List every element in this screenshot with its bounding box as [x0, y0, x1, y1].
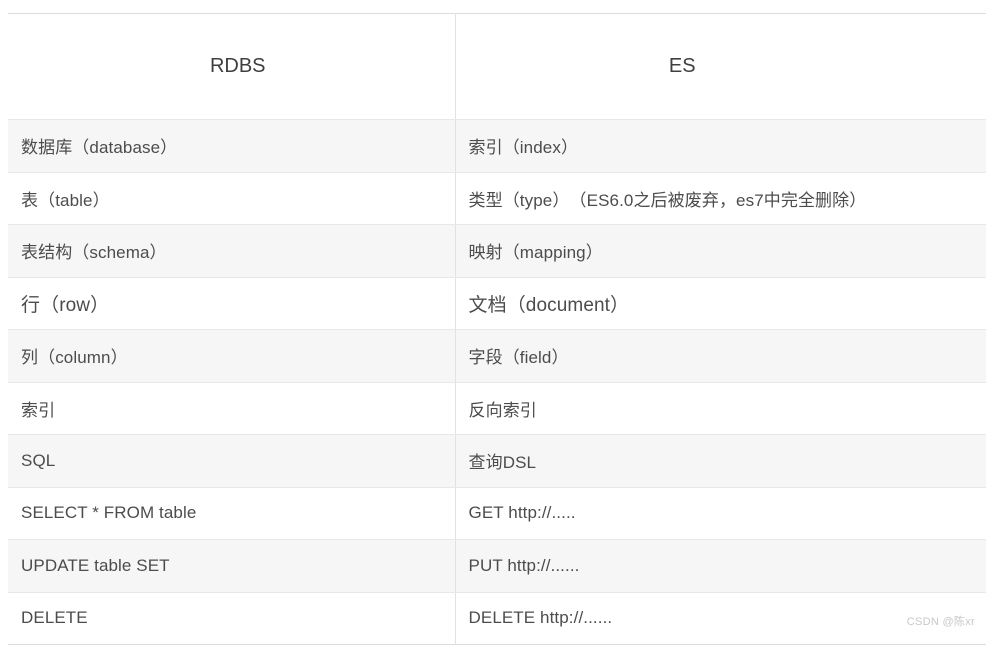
- cell-es: 映射（mapping）: [455, 224, 986, 278]
- table-row: 索引 反向索引: [8, 382, 986, 435]
- table-row: 数据库（database） 索引（index）: [8, 119, 986, 173]
- cell-es: 字段（field）: [455, 329, 986, 383]
- table-header-row: RDBS ES: [8, 13, 986, 120]
- column-header-rdbs-label: RDBS: [209, 55, 266, 77]
- cell-es: 索引（index）: [455, 119, 986, 173]
- cell-es: 类型（type） （ES6.0之后被废弃，es7中完全删除）: [455, 172, 986, 225]
- cell-es: 文档（document）: [455, 277, 986, 330]
- table-row: 行（row） 文档（document）: [8, 277, 986, 330]
- table-row: UPDATE table SET PUT http://......: [8, 539, 986, 593]
- cell-es: PUT http://......: [455, 539, 986, 593]
- cell-es: 查询DSL: [455, 434, 986, 488]
- table-row: SELECT * FROM table GET http://.....: [8, 487, 986, 540]
- table-row: 表（table） 类型（type） （ES6.0之后被废弃，es7中完全删除）: [8, 172, 986, 225]
- column-header-rdbs: RDBS: [8, 13, 456, 120]
- rdbs-es-comparison-table: RDBS ES 数据库（database） 索引（index） 表（table）…: [8, 13, 986, 645]
- comparison-table-container: RDBS ES 数据库（database） 索引（index） 表（table）…: [8, 13, 986, 645]
- cell-es: 反向索引: [455, 382, 986, 435]
- cell-rdbs: 表（table）: [8, 172, 456, 225]
- cell-rdbs: DELETE: [8, 592, 456, 645]
- table-body: 数据库（database） 索引（index） 表（table） 类型（type…: [8, 119, 986, 645]
- cell-rdbs: 表结构（schema）: [8, 224, 456, 278]
- table-row: DELETE DELETE http://......: [8, 592, 986, 645]
- column-header-es-label: ES: [668, 55, 696, 77]
- cell-rdbs: 列（column）: [8, 329, 456, 383]
- cell-rdbs: SQL: [8, 434, 456, 488]
- table-header: RDBS ES: [8, 13, 986, 120]
- cell-rdbs: 行（row）: [8, 277, 456, 330]
- cell-rdbs: 数据库（database）: [8, 119, 456, 173]
- column-header-es: ES: [455, 13, 986, 120]
- table-row: 列（column） 字段（field）: [8, 329, 986, 383]
- table-row: SQL 查询DSL: [8, 434, 986, 488]
- cell-es: GET http://.....: [455, 487, 986, 540]
- table-row: 表结构（schema） 映射（mapping）: [8, 224, 986, 278]
- page-root: RDBS ES 数据库（database） 索引（index） 表（table）…: [0, 0, 987, 645]
- cell-rdbs: 索引: [8, 382, 456, 435]
- cell-rdbs: SELECT * FROM table: [8, 487, 456, 540]
- csdn-watermark: CSDN @陈xr: [906, 616, 975, 628]
- cell-rdbs: UPDATE table SET: [8, 539, 456, 593]
